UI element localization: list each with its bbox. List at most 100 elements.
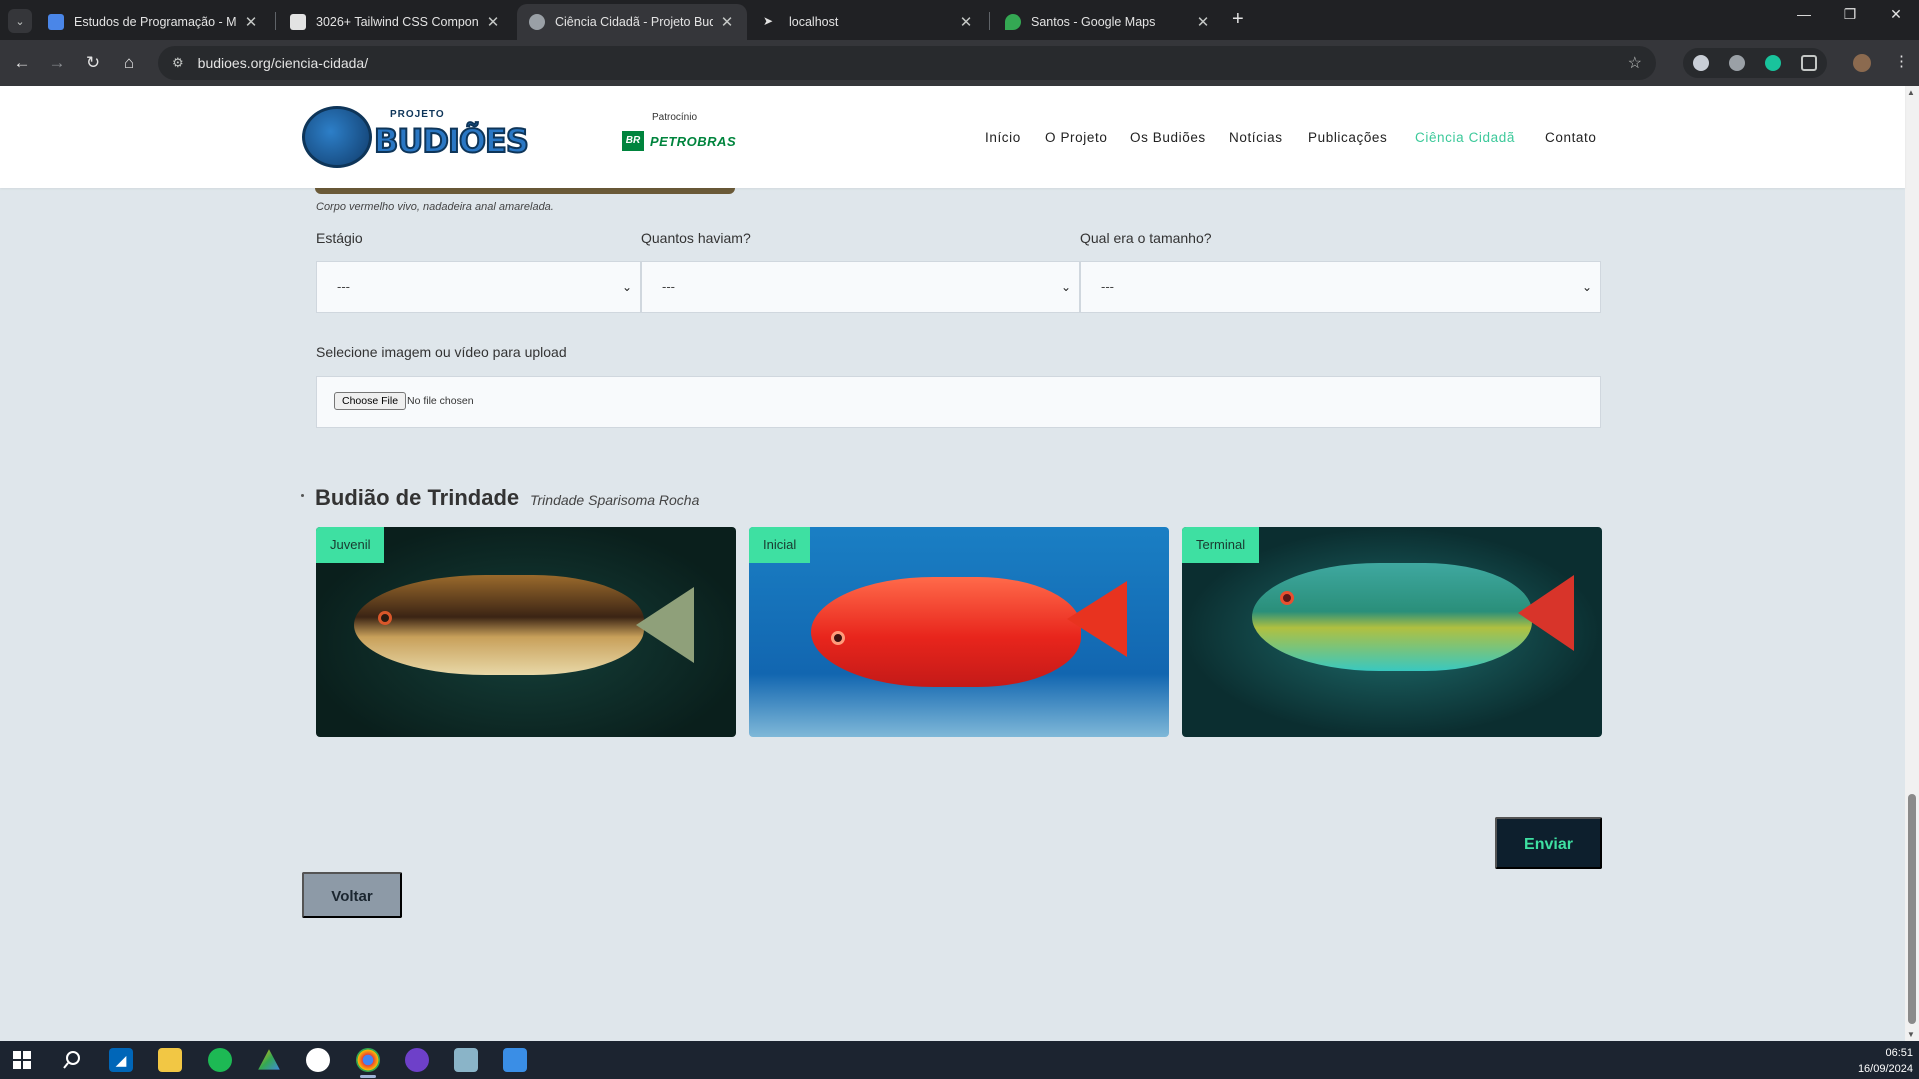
profile-avatar[interactable] xyxy=(1853,54,1871,72)
nav-inicio[interactable]: Início xyxy=(985,130,1021,145)
tab-estudos[interactable]: Estudos de Programação - Mes ✕ xyxy=(36,4,271,40)
stage-label: Estágio xyxy=(316,230,363,246)
puzzle-extensions-icon[interactable] xyxy=(1801,55,1817,71)
browser-tab-bar: ⌄ Estudos de Programação - Mes ✕ 3026+ T… xyxy=(0,0,1919,40)
spotify-icon[interactable] xyxy=(208,1048,232,1072)
system-clock[interactable]: 06:51 16/09/2024 xyxy=(1858,1045,1913,1077)
back-arrow-icon[interactable]: ← xyxy=(10,51,34,75)
tab-search-icon[interactable]: ⌄ xyxy=(8,9,32,33)
nav-o-projeto[interactable]: O Projeto xyxy=(1045,130,1107,145)
site-info-icon[interactable]: ⚙ xyxy=(172,55,184,71)
google-drive-icon[interactable] xyxy=(258,1049,280,1070)
nav-contato[interactable]: Contato xyxy=(1545,130,1596,145)
initial-fish-image xyxy=(811,577,1081,687)
more-menu-icon[interactable]: ⋮ xyxy=(1894,52,1909,70)
stage-select[interactable]: --- ⌄ xyxy=(316,261,641,313)
home-icon[interactable]: ⌂ xyxy=(117,51,141,75)
size-select[interactable]: --- ⌄ xyxy=(1080,261,1601,313)
initial-fish-tail xyxy=(1067,581,1127,657)
terminal-fish-image xyxy=(1252,563,1532,671)
fish-eye xyxy=(1280,591,1294,605)
close-tab-icon[interactable]: ✕ xyxy=(485,13,501,31)
notepad-icon[interactable] xyxy=(454,1048,478,1072)
nav-noticias[interactable]: Notícias xyxy=(1229,130,1283,145)
nav-ciencia-cidada[interactable]: Ciência Cidadã xyxy=(1415,130,1515,145)
fish-eye xyxy=(831,631,845,645)
restore-button[interactable]: ❐ xyxy=(1827,6,1873,23)
sponsor-name: PETROBRAS xyxy=(650,134,737,149)
chrome-icon[interactable] xyxy=(356,1048,380,1072)
windows-taskbar: ◢ 06:51 16/09/2024 xyxy=(0,1041,1919,1079)
slack-icon[interactable] xyxy=(306,1048,330,1072)
scrollbar-thumb[interactable] xyxy=(1908,794,1916,1024)
file-explorer-icon[interactable] xyxy=(158,1048,182,1072)
clock-date: 16/09/2024 xyxy=(1857,1063,1913,1075)
size-label: Qual era o tamanho? xyxy=(1080,230,1212,246)
reload-icon[interactable]: ↻ xyxy=(81,51,105,75)
tailwind-icon xyxy=(290,14,306,30)
scroll-up-icon[interactable]: ▲ xyxy=(1907,88,1915,97)
stage-badge: Inicial xyxy=(749,527,811,563)
juvenile-fish-image xyxy=(354,575,644,675)
close-tab-icon[interactable]: ✕ xyxy=(1195,13,1211,31)
bookmark-star-icon[interactable]: ☆ xyxy=(1628,53,1642,73)
a-extension-icon[interactable] xyxy=(1765,55,1781,71)
stage-card-inicial[interactable]: Inicial xyxy=(749,527,1169,737)
no-file-text: No file chosen xyxy=(407,395,474,407)
section-bullet xyxy=(301,494,304,497)
close-tab-icon[interactable]: ✕ xyxy=(719,13,735,31)
active-app-indicator xyxy=(360,1075,376,1078)
search-icon[interactable] xyxy=(60,1048,84,1072)
file-upload-field[interactable]: Choose File No file chosen xyxy=(316,376,1601,428)
species-scientific-name: Trindade Sparisoma Rocha xyxy=(530,492,700,508)
site-header: PROJETO BUDIÕES Patrocínio BR PETROBRAS … xyxy=(0,86,1905,188)
forward-arrow-icon[interactable]: → xyxy=(45,51,69,75)
projeto-budioes-logo[interactable]: PROJETO BUDIÕES xyxy=(302,106,530,170)
species-title: Budião de Trindade xyxy=(315,485,520,510)
chevron-down-icon: ⌄ xyxy=(621,280,632,294)
stage-badge: Terminal xyxy=(1182,527,1260,563)
nav-publicacoes[interactable]: Publicações xyxy=(1308,130,1387,145)
chevron-down-icon: ⌄ xyxy=(1060,280,1071,294)
choose-file-button[interactable]: Choose File xyxy=(334,392,407,410)
back-button[interactable]: Voltar xyxy=(302,872,402,918)
photos-icon[interactable] xyxy=(503,1048,527,1072)
maps-pin-icon xyxy=(1005,14,1021,30)
windows-start-icon[interactable] xyxy=(10,1048,34,1072)
close-tab-icon[interactable]: ✕ xyxy=(243,13,259,31)
page-scrollbar[interactable]: ▲ ▼ xyxy=(1905,86,1919,1041)
tab-localhost[interactable]: ➤ localhost ✕ xyxy=(751,4,986,40)
budioes-favicon-icon xyxy=(529,14,545,30)
previous-species-photo xyxy=(315,188,735,194)
minimize-button[interactable]: — xyxy=(1781,6,1827,22)
sponsor-label: Patrocínio xyxy=(652,112,698,123)
tab-tailwind[interactable]: 3026+ Tailwind CSS Componen ✕ xyxy=(278,4,513,40)
browser-toolbar: ← → ↻ ⌂ ⚙ budioes.org/ciencia-cidada/ ☆ … xyxy=(0,40,1919,86)
stage-card-terminal[interactable]: Terminal xyxy=(1182,527,1602,737)
nav-os-budioes[interactable]: Os Budiões xyxy=(1130,130,1206,145)
photo-caption: Corpo vermelho vivo, nadadeira anal amar… xyxy=(316,201,554,213)
terminal-fish-tail xyxy=(1518,575,1574,651)
close-tab-icon[interactable]: ✕ xyxy=(958,13,974,31)
close-window-button[interactable]: ✕ xyxy=(1873,6,1919,23)
petrobras-logo-icon: BR xyxy=(622,131,644,151)
chevron-down-icon: ⌄ xyxy=(1581,280,1592,294)
address-bar[interactable]: ⚙ budioes.org/ciencia-cidada/ ☆ xyxy=(158,46,1656,80)
extension-icon[interactable] xyxy=(1693,55,1709,71)
docs-icon xyxy=(48,14,64,30)
tab-google-maps[interactable]: Santos - Google Maps ✕ xyxy=(993,4,1223,40)
github-desktop-icon[interactable] xyxy=(405,1048,429,1072)
stage-badge: Juvenil xyxy=(316,527,385,563)
extensions-group xyxy=(1683,48,1827,78)
stage-card-juvenil[interactable]: Juvenil xyxy=(316,527,736,737)
new-tab-button[interactable]: + xyxy=(1232,8,1244,31)
tab-separator xyxy=(275,12,276,30)
tab-ciencia-cidada[interactable]: Ciência Cidadã - Projeto Budiõe ✕ xyxy=(517,4,747,40)
quantity-select[interactable]: --- ⌄ xyxy=(641,261,1080,313)
send-button[interactable]: Enviar xyxy=(1495,817,1602,869)
globe-extension-icon[interactable] xyxy=(1729,55,1745,71)
upload-label: Selecione imagem ou vídeo para upload xyxy=(316,344,567,360)
tab-separator xyxy=(989,12,990,30)
vscode-icon[interactable]: ◢ xyxy=(109,1048,133,1072)
scroll-down-icon[interactable]: ▼ xyxy=(1907,1030,1915,1039)
